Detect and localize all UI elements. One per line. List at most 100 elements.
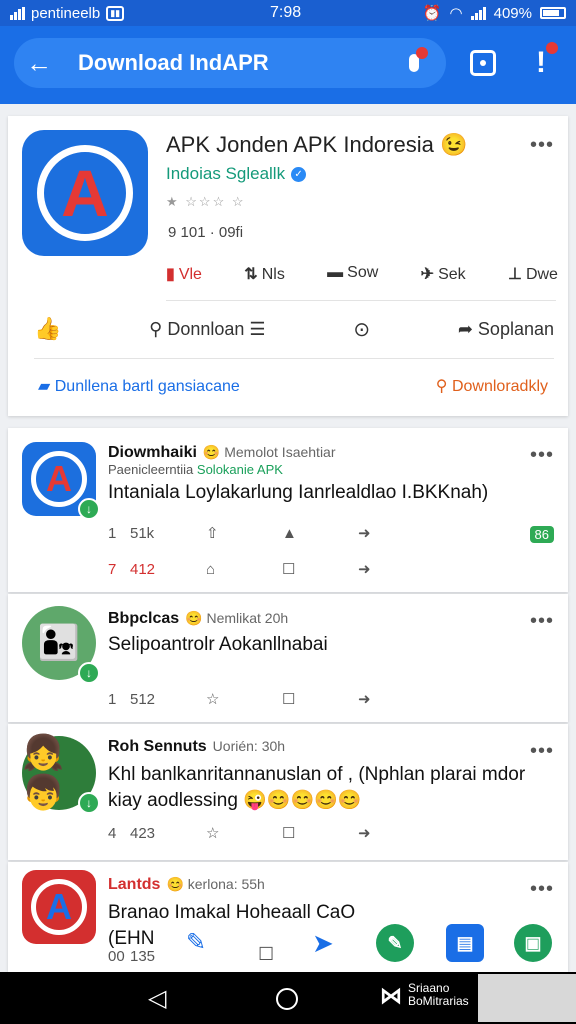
screen-icon	[470, 50, 496, 76]
thumbs-up-icon[interactable]: 👍	[34, 316, 61, 342]
post-text: Selipoantrolr Aokanllnabai	[108, 634, 328, 655]
home-icon[interactable]: ⌂	[206, 561, 282, 578]
actions-row: 👍 ⚲ Donnloan ☰ ⊙ ➦ Soplanan	[34, 316, 554, 342]
post-avatar[interactable]: A	[22, 870, 96, 944]
post-text: Intaniala Loylakarlung Ianrlealdlao I.BK…	[108, 482, 489, 503]
post-avatar[interactable]: A ↓	[22, 442, 100, 520]
alert-button[interactable]: !	[516, 38, 566, 88]
nav-brand: ⋈ Sriaano BoMitrarias	[380, 981, 469, 1008]
mic-icon[interactable]	[394, 43, 434, 83]
download-ready-link[interactable]: ⚲ Downloradkly	[436, 376, 548, 396]
shield-icon[interactable]: ⊙	[353, 317, 370, 342]
share-icon[interactable]: ➜	[358, 560, 434, 578]
publisher-name[interactable]: Indoias Sgleallk ✓	[166, 164, 307, 184]
checkbox-icon[interactable]: ☐	[282, 824, 358, 842]
download-icon: ⊥	[508, 266, 522, 283]
star-icon[interactable]: ☆	[206, 690, 282, 708]
links-row: ▰ Dunllena bartl gansiacane ⚲ Downloradk…	[38, 376, 548, 396]
edit-button[interactable]: ✎	[376, 924, 414, 962]
post-author[interactable]: Lantds 😊 kerlona: 55h	[108, 876, 265, 894]
download-badge-icon: ↓	[78, 792, 100, 814]
repost-icon: ⇅	[244, 266, 258, 283]
send-icon[interactable]: ➤	[312, 928, 334, 959]
stats-row: ▮ Vle ⇅ Nls ▬ Sow ✈ Sek ⊥ Dwe	[166, 264, 558, 284]
share-icon[interactable]: ➜	[358, 524, 434, 542]
stat-comment[interactable]: ▬ Sow	[327, 264, 378, 284]
download-count: 9 101 · 09fi	[168, 224, 244, 241]
upload-icon[interactable]: ⇧	[206, 524, 282, 542]
post-text: Khl banlkanritannanuslan of , (Nphlan pl…	[108, 764, 526, 811]
divider	[166, 300, 556, 301]
post-stats-row: 1 51k ⇧ ▲ ➜	[108, 524, 434, 543]
checkbox-icon[interactable]: ☐	[258, 944, 274, 965]
apk-logo-icon: A	[61, 156, 109, 230]
battery-icon	[540, 7, 566, 19]
checkbox-icon[interactable]: ☐	[282, 560, 358, 578]
clock: 7:98	[270, 4, 302, 21]
share-icon[interactable]: ➜	[358, 690, 434, 708]
feed-post[interactable]: A Lantds 😊 kerlona: 55h Branao Imakal Hoh…	[8, 862, 568, 972]
divider	[34, 358, 554, 359]
download-button[interactable]: ⚲ Donnloan ☰	[149, 319, 265, 340]
carrier-label: pentineelb	[31, 4, 101, 22]
feed-post[interactable]: 👧👦 ↓ Roh Sennuts Uorién: 30h Khl banlkanri…	[8, 724, 568, 860]
nav-back-icon[interactable]: ◁	[148, 984, 166, 1013]
feed-post[interactable]: A ↓ Diowmhaiki 😊 Memolot Isaehtiar Paenicl…	[8, 428, 568, 592]
book-button[interactable]: ▤	[446, 924, 484, 962]
checkbox-icon[interactable]: ☐	[282, 690, 358, 708]
search-query[interactable]: Download IndAPR	[78, 50, 394, 76]
verified-icon: ✓	[291, 166, 307, 182]
like-icon: ▮	[166, 266, 175, 283]
post-subtitle: Paenicleerntiia Solokanie APK	[108, 462, 283, 477]
post-avatar[interactable]: 👧👦 ↓	[22, 734, 100, 814]
stat-send[interactable]: ✈ Sek	[421, 264, 466, 284]
more-options-icon[interactable]: •••	[530, 878, 554, 901]
share-icon[interactable]: ➜	[358, 824, 434, 842]
alarm-icon: ⏰	[422, 5, 442, 22]
download-badge-icon: ↓	[78, 498, 100, 520]
search-icon: ⚲	[435, 378, 452, 395]
app-bar: ← Download IndAPR !	[0, 26, 576, 104]
post-stats-row: 7 412 ⌂ ☐ ➜	[108, 560, 434, 579]
pen-icon[interactable]: ✎	[186, 928, 206, 957]
more-options-icon[interactable]: •••	[530, 134, 554, 157]
post-author[interactable]: Roh Sennuts Uorién: 30h	[108, 738, 285, 756]
apk-logo-icon: A	[31, 879, 87, 935]
cell-signal-icon	[470, 6, 486, 20]
gallery-button[interactable]: ▣	[514, 924, 552, 962]
stat-share[interactable]: ⇅ Nls	[244, 264, 285, 284]
like-icon[interactable]: ▲	[282, 525, 358, 542]
screen-button[interactable]	[458, 38, 508, 88]
apk-logo-icon: A	[31, 451, 87, 507]
search-icon: ⚲	[149, 318, 168, 339]
post-author[interactable]: Diowmhaiki 😊 Memolot Isaehtiar	[108, 444, 336, 462]
chat-icon: ▰	[38, 378, 55, 395]
share-button[interactable]: ➦ Soplanan	[458, 319, 554, 340]
system-nav-bar: ◁ ⋈ Sriaano BoMitrarias	[0, 972, 576, 1024]
back-arrow-icon[interactable]: ←	[14, 38, 64, 88]
menu-icon: ☰	[249, 318, 266, 339]
send-icon: ✈	[420, 266, 435, 283]
post-avatar[interactable]: 👨‍👧 ↓	[22, 606, 100, 684]
more-options-icon[interactable]: •••	[530, 610, 554, 633]
stat-like[interactable]: ▮ Vle	[166, 264, 202, 284]
download-badge-icon: ↓	[78, 662, 100, 684]
app-logo: A	[22, 130, 148, 256]
app-title: APK Jonden APK Indoresia 😉	[166, 132, 468, 157]
more-options-icon[interactable]: •••	[530, 740, 554, 763]
recent-app-thumbnail[interactable]	[478, 974, 576, 1022]
post-stats-row: 4 423 ☆ ☐ ➜	[108, 824, 434, 843]
stat-download[interactable]: ⊥ Dwe	[508, 264, 558, 284]
brand-logo-icon: ⋈	[380, 982, 402, 1008]
count-badge: 86	[529, 526, 554, 543]
nav-home-icon[interactable]	[276, 988, 298, 1010]
alert-icon: !	[536, 42, 558, 80]
search-bar[interactable]: ← Download IndAPR	[14, 38, 446, 88]
notification-dot	[416, 47, 428, 59]
star-icon[interactable]: ☆	[206, 824, 282, 842]
description-link[interactable]: ▰ Dunllena bartl gansiacane	[38, 376, 240, 396]
share-arrow-icon: ➦	[457, 318, 478, 339]
feed-post[interactable]: 👨‍👧 ↓ Bbpclcas 😊 Nemlikat 20h Selipoantrol…	[8, 594, 568, 722]
post-author[interactable]: Bbpclcas 😊 Nemlikat 20h	[108, 610, 288, 628]
more-options-icon[interactable]: •••	[530, 444, 554, 467]
